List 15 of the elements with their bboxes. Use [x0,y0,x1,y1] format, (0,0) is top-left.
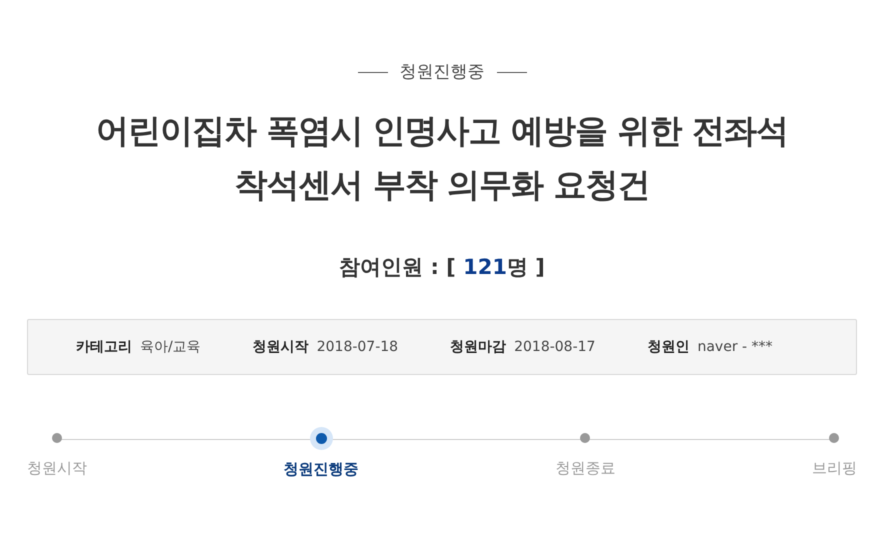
info-label: 청원시작 [252,338,309,356]
step-label: 청원종료 [555,458,616,479]
info-label: 청원인 [647,338,690,356]
step-label: 청원진행중 [284,459,359,480]
petition-title: 어린이집차 폭염시 인명사고 예방을 위한 전좌석 착석센서 부착 의무화 요청건 [94,110,790,206]
info-value: 2018-07-18 [316,338,398,356]
step-label: 브리핑 [812,458,857,479]
info-value: 2018-08-17 [514,338,596,356]
step-label: 청원시작 [27,458,87,479]
info-value: naver - *** [697,338,773,356]
info-value: 육아/교육 [140,338,201,356]
info-label: 청원마감 [450,338,506,356]
participant-count: 참여인원 : [ 121명 ] [339,254,545,280]
info-label: 카테고리 [76,338,132,356]
status-label: 청원진행중 [400,61,484,84]
